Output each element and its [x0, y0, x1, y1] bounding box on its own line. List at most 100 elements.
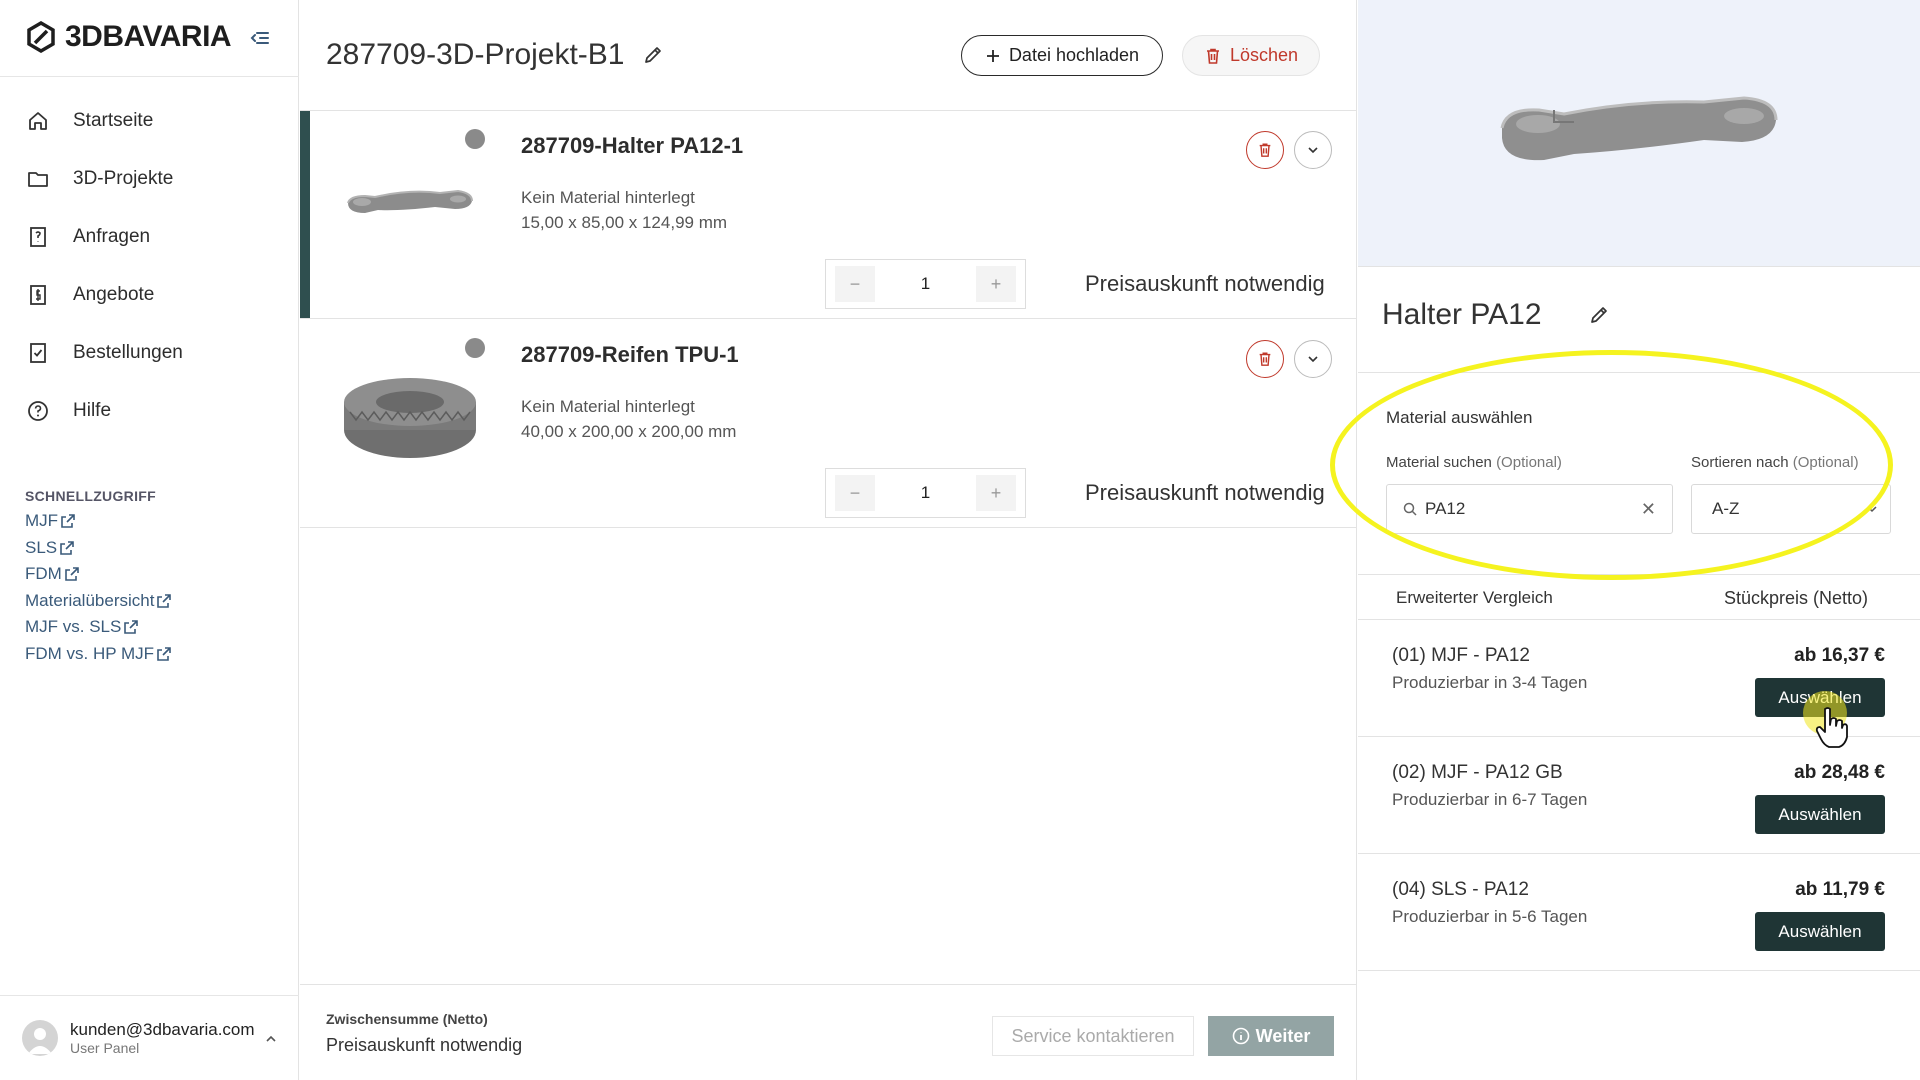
sort-selected-value: A-Z: [1712, 499, 1740, 518]
avatar: [22, 1020, 58, 1056]
sidebar-item-anfragen[interactable]: Anfragen: [0, 208, 299, 266]
select-material-button[interactable]: Auswählen: [1755, 678, 1885, 717]
field-label-text: Sortieren nach: [1691, 454, 1789, 471]
field-optional-text: (Optional): [1792, 454, 1859, 471]
model-preview[interactable]: [1358, 0, 1920, 267]
sidebar: 3DBAVARIA Startseite 3D-Projekte Anfrage…: [0, 0, 299, 1080]
plus-icon: [986, 49, 999, 62]
unit-price-header: Stückpreis (Netto): [1724, 588, 1869, 608]
material-option: (04) SLS - PA12 Produzierbar in 5-6 Tage…: [1358, 854, 1920, 971]
increment-button[interactable]: +: [976, 475, 1016, 511]
divider: [1358, 372, 1920, 373]
quantity-value[interactable]: 1: [884, 274, 967, 294]
sidebar-item-startseite[interactable]: Startseite: [0, 92, 299, 150]
field-label-text: Material suchen: [1386, 454, 1492, 471]
sort-select[interactable]: A-Z: [1691, 484, 1891, 534]
chevron-down-icon: [1867, 506, 1877, 513]
project-main: 287709-3D-Projekt-B1 Datei hochladen Lös…: [300, 0, 1357, 1080]
info-icon: [1232, 1027, 1249, 1045]
quick-link-label: SLS: [25, 537, 58, 557]
decrement-button[interactable]: −: [835, 475, 875, 511]
quick-link-fdm-vs-hp-mjf[interactable]: FDM vs. HP MJF: [25, 641, 172, 668]
quick-link-label: FDM vs. HP MJF: [25, 643, 155, 663]
external-link-icon: [124, 620, 139, 635]
quick-link-mjf[interactable]: MJF: [25, 508, 172, 535]
chevron-up-icon: [266, 1035, 276, 1042]
material-name: (02) MJF - PA12 GB: [1392, 762, 1563, 783]
delete-part-button[interactable]: [1246, 340, 1284, 378]
external-link-icon: [157, 593, 172, 608]
quick-access-title: SCHNELLZUGRIFF: [25, 488, 156, 504]
material-section-label: Material auswählen: [1386, 408, 1533, 427]
sidebar-item-3d-projekte[interactable]: 3D-Projekte: [0, 150, 299, 208]
collapse-sidebar-icon[interactable]: [249, 27, 271, 49]
user-info: kunden@3dbavaria.com User Panel: [70, 1020, 255, 1056]
sidebar-item-label: Angebote: [73, 284, 155, 305]
edit-pencil-icon[interactable]: [642, 44, 664, 66]
price-note: Preisauskunft notwendig: [1085, 480, 1325, 505]
user-avatar-icon: [28, 1028, 52, 1054]
sidebar-item-label: 3D-Projekte: [73, 168, 174, 189]
delete-project-button[interactable]: Löschen: [1182, 35, 1320, 76]
page-title: 287709-3D-Projekt-B1: [326, 38, 625, 71]
sort-label: Sortieren nach (Optional): [1691, 454, 1859, 471]
sidebar-item-angebote[interactable]: Angebote: [0, 266, 299, 324]
material-search-input[interactable]: [1425, 499, 1615, 519]
part-detail-title: Halter PA12: [1382, 298, 1542, 331]
material-search-field[interactable]: ✕: [1386, 484, 1673, 534]
chevron-down-icon: [1308, 356, 1318, 363]
help-icon: [28, 401, 48, 421]
part-item-halter[interactable]: 287709-Halter PA12-1 Kein Material hinte…: [300, 111, 1357, 319]
trash-icon: [1259, 143, 1271, 157]
part-detail-panel: Halter PA12 Material auswählen Material …: [1358, 0, 1920, 1080]
select-material-button[interactable]: Auswählen: [1755, 795, 1885, 834]
part-item-reifen[interactable]: 287709-Reifen TPU-1 Kein Material hinter…: [300, 320, 1357, 528]
part-thumbnail-reifen: [344, 378, 476, 458]
material-option: (02) MJF - PA12 GB Produzierbar in 6-7 T…: [1358, 737, 1920, 854]
price-note: Preisauskunft notwendig: [1085, 271, 1325, 296]
user-menu[interactable]: kunden@3dbavaria.com User Panel: [0, 995, 299, 1080]
delete-part-button[interactable]: [1246, 131, 1284, 169]
sidebar-item-bestellungen[interactable]: Bestellungen: [0, 324, 299, 382]
next-button[interactable]: Weiter: [1208, 1016, 1334, 1056]
trash-icon: [1206, 48, 1219, 64]
material-price: ab 28,48 €: [1794, 762, 1885, 783]
quick-link-fdm[interactable]: FDM: [25, 561, 172, 588]
select-material-button[interactable]: Auswählen: [1755, 912, 1885, 951]
upload-file-button[interactable]: Datei hochladen: [961, 35, 1163, 76]
expand-part-button[interactable]: [1294, 340, 1332, 378]
decrement-button[interactable]: −: [835, 266, 875, 302]
brand-logo[interactable]: 3DBAVARIA: [25, 20, 232, 54]
material-lead-time: Produzierbar in 5-6 Tagen: [1392, 907, 1588, 926]
sidebar-nav: Startseite 3D-Projekte Anfragen Angebote…: [0, 92, 299, 440]
increment-button[interactable]: +: [976, 266, 1016, 302]
quick-link-materialuebersicht[interactable]: Materialübersicht: [25, 588, 172, 615]
extended-compare-link[interactable]: Erweiterter Vergleich: [1396, 588, 1553, 608]
quick-link-mjf-vs-sls[interactable]: MJF vs. SLS: [25, 614, 172, 641]
material-price: ab 16,37 €: [1794, 645, 1885, 666]
sidebar-item-label: Startseite: [73, 110, 154, 131]
sidebar-item-hilfe[interactable]: Hilfe: [0, 382, 299, 440]
material-name: (01) MJF - PA12: [1392, 645, 1530, 666]
external-link-icon: [65, 567, 79, 582]
user-email: kunden@3dbavaria.com: [70, 1020, 255, 1039]
order-check-icon: [30, 343, 46, 363]
quantity-stepper: − 1 +: [825, 259, 1026, 309]
part-thumbnail-halter: [347, 189, 473, 213]
quick-link-sls[interactable]: SLS: [25, 535, 172, 562]
edit-pencil-icon[interactable]: [1588, 304, 1610, 326]
expand-part-button[interactable]: [1294, 131, 1332, 169]
external-link-icon: [60, 540, 74, 555]
quantity-value[interactable]: 1: [884, 483, 967, 503]
clear-search-icon[interactable]: ✕: [1641, 499, 1656, 520]
brand-name: 3DBAVARIA: [65, 20, 232, 53]
next-label: Weiter: [1255, 1025, 1311, 1046]
sidebar-divider: [0, 76, 299, 77]
quick-link-label: Materialübersicht: [25, 590, 155, 610]
user-role: User Panel: [70, 1040, 140, 1056]
divider: [1358, 574, 1920, 575]
contact-service-button[interactable]: Service kontaktieren: [992, 1016, 1194, 1056]
model-3d-view: [1500, 96, 1778, 161]
sidebar-item-label: Hilfe: [73, 400, 112, 421]
project-footer: Zwischensumme (Netto) Preisauskunft notw…: [300, 984, 1357, 1080]
